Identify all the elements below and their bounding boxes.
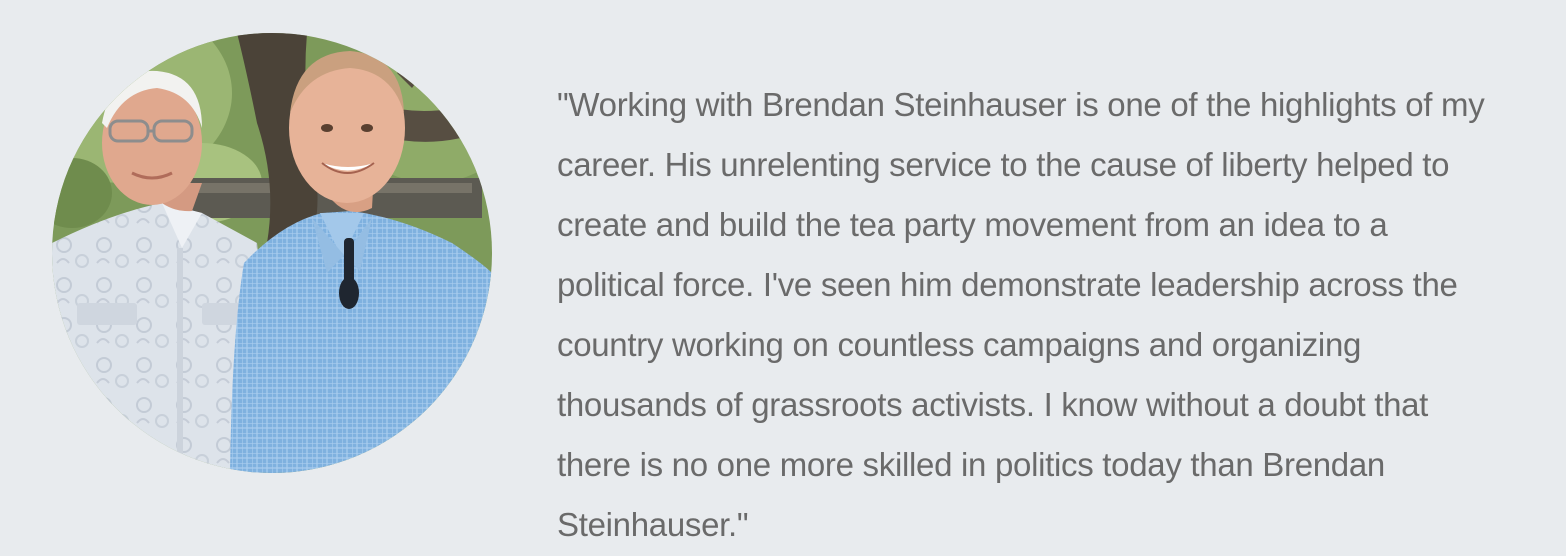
testimonial-quote: "Working with Brendan Steinhauser is one… — [557, 75, 1547, 555]
quote-line: country working on countless campaigns a… — [557, 326, 1362, 363]
testimonial-photo — [52, 33, 492, 473]
quote-line: create and build the tea party movement … — [557, 206, 1388, 243]
testimonial-section: "Working with Brendan Steinhauser is one… — [0, 0, 1566, 556]
quote-line: Steinhauser." — [557, 506, 749, 543]
quote-line: political force. I've seen him demonstra… — [557, 266, 1458, 303]
quote-line: "Working with Brendan Steinhauser is one… — [557, 86, 1485, 123]
quote-line: there is no one more skilled in politics… — [557, 446, 1385, 483]
quote-line: career. His unrelenting service to the c… — [557, 146, 1450, 183]
quote-line: thousands of grassroots activists. I kno… — [557, 386, 1429, 423]
